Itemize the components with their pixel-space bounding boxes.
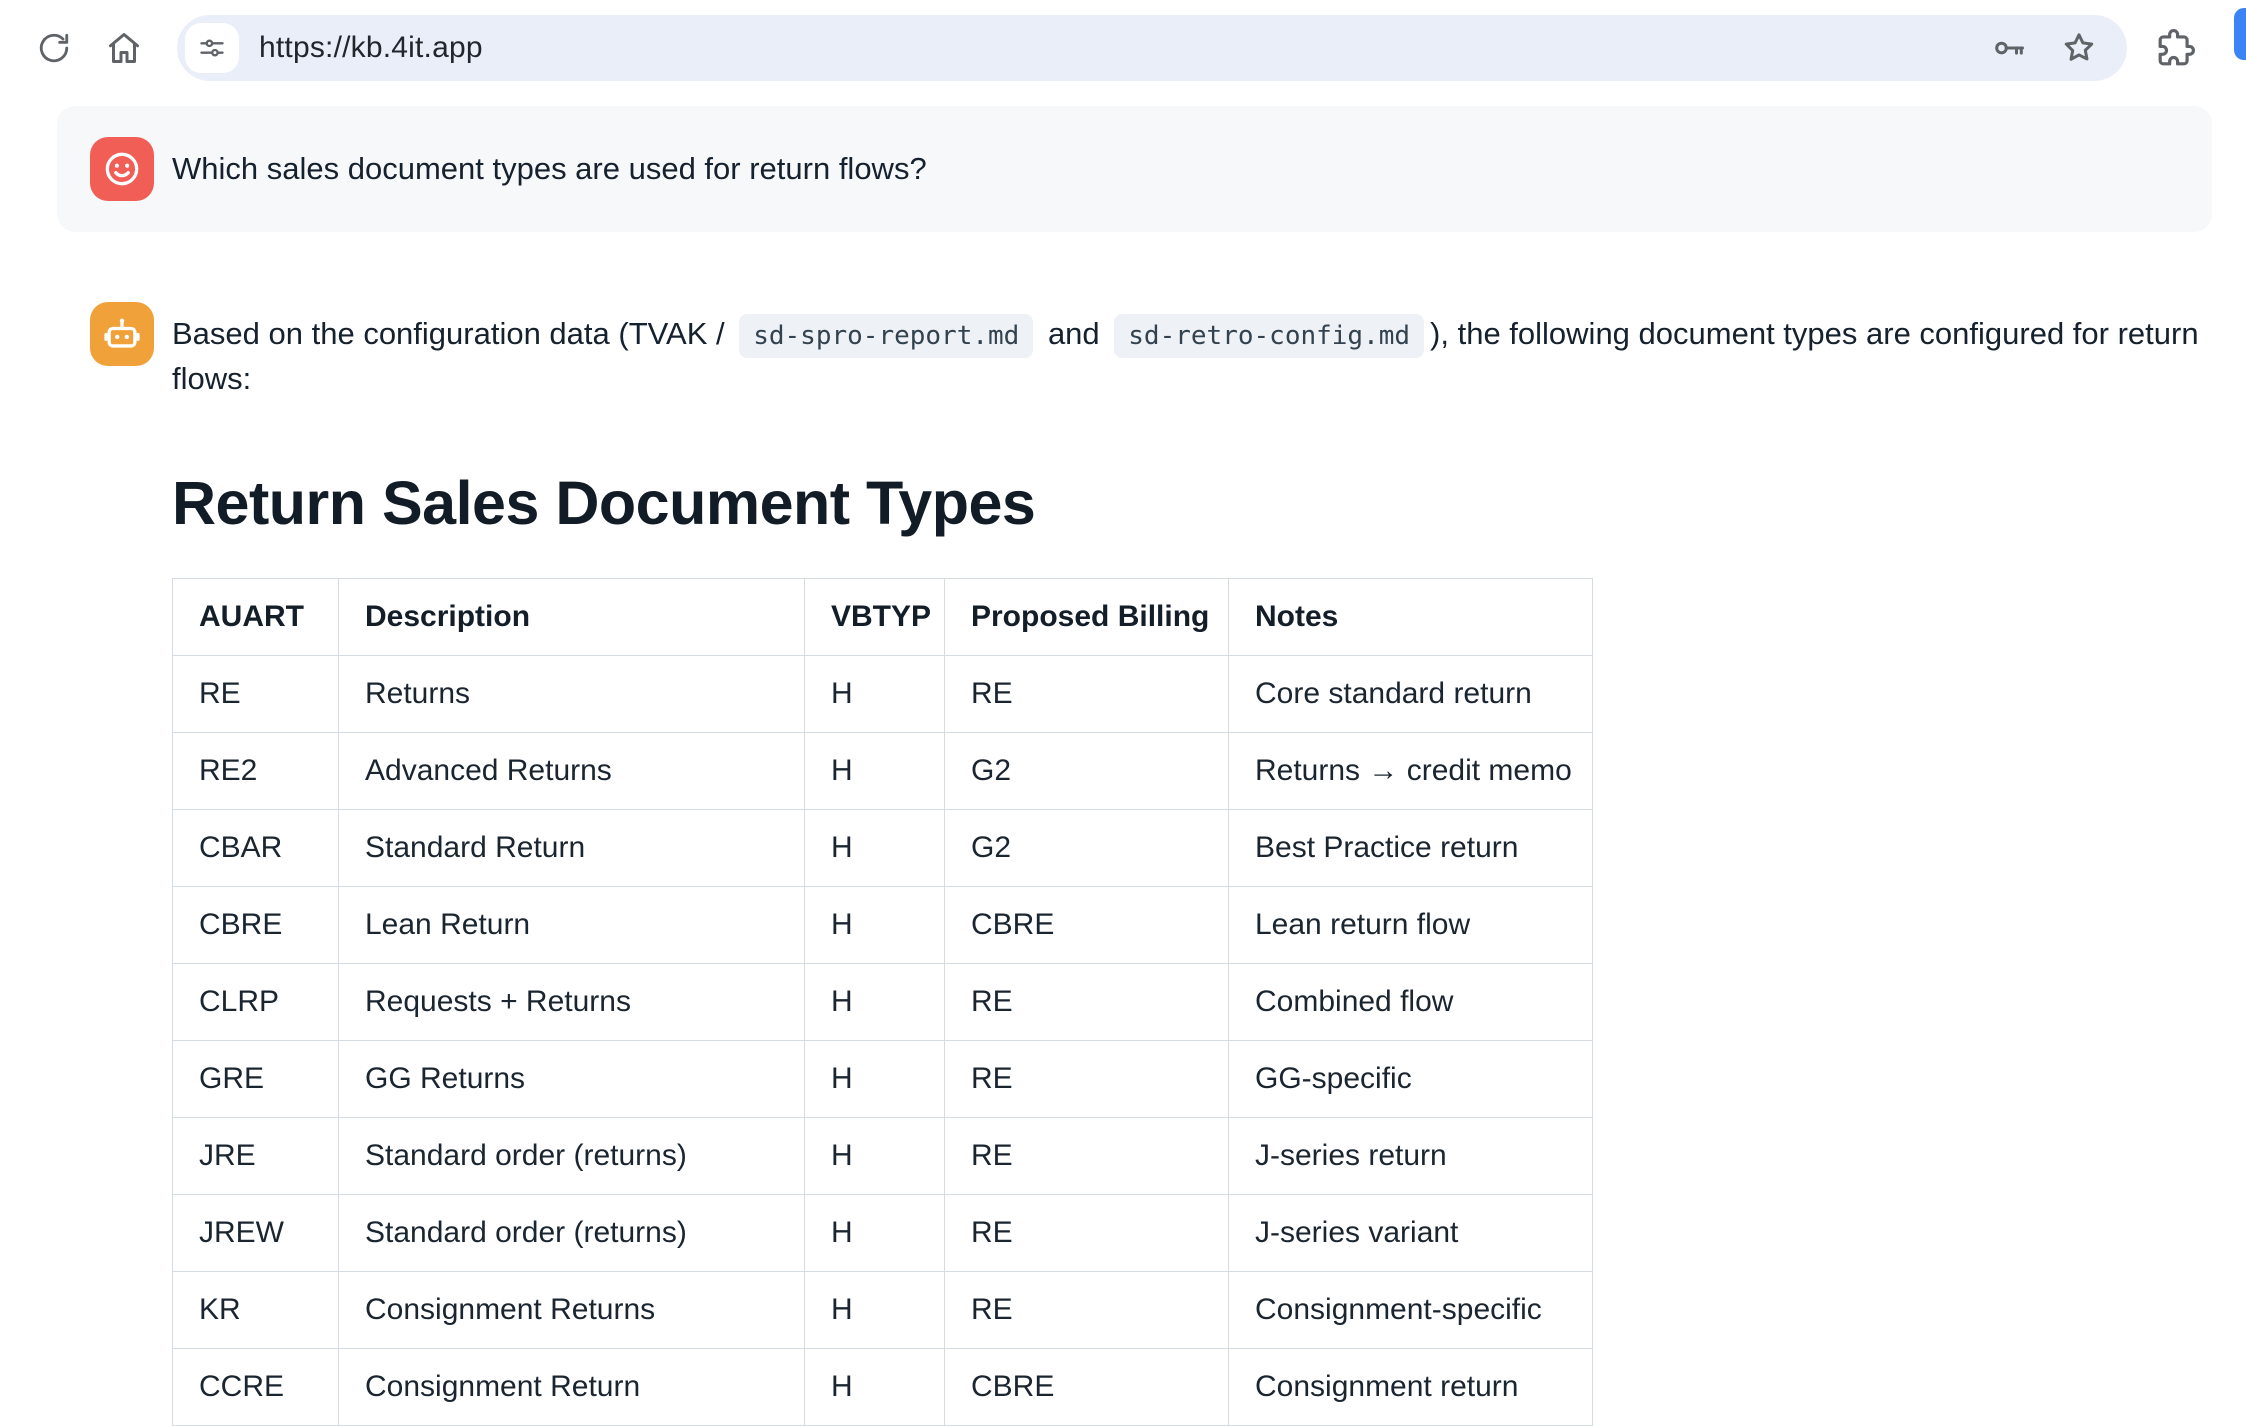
intro-prefix: Based on the configuration data (TVAK /: [172, 316, 733, 351]
reload-button[interactable]: [30, 24, 78, 72]
page-title: Return Sales Document Types: [172, 468, 2212, 538]
table-cell: KR: [173, 1272, 339, 1349]
assistant-avatar: [90, 302, 154, 366]
table-header-cell: AUART: [173, 579, 339, 656]
table-cell: CBAR: [173, 810, 339, 887]
table-cell: J-series variant: [1229, 1195, 1593, 1272]
table-row: JREStandard order (returns)HREJ-series r…: [173, 1118, 1593, 1195]
user-avatar: [90, 137, 154, 201]
table-cell: H: [805, 964, 945, 1041]
table-row: KRConsignment ReturnsHREConsignment-spec…: [173, 1272, 1593, 1349]
table-cell: Best Practice return: [1229, 810, 1593, 887]
table-cell: GG-specific: [1229, 1041, 1593, 1118]
url-bar[interactable]: https://kb.4it.app: [177, 15, 2127, 81]
table-cell: H: [805, 733, 945, 810]
table-cell: H: [805, 887, 945, 964]
table-row: CBRELean ReturnHCBRELean return flow: [173, 887, 1593, 964]
assistant-intro: Based on the configuration data (TVAK / …: [172, 312, 2212, 402]
table-header-cell: Notes: [1229, 579, 1593, 656]
table-cell: Lean Return: [339, 887, 805, 964]
password-key-icon: [1991, 30, 2027, 66]
table-row: JREWStandard order (returns)HREJ-series …: [173, 1195, 1593, 1272]
code-chip-spro-report: sd-spro-report.md: [739, 314, 1033, 358]
table-row: RE2Advanced ReturnsHG2Returns → credit m…: [173, 733, 1593, 810]
assistant-body: Based on the configuration data (TVAK / …: [172, 302, 2212, 1426]
table-cell: Returns: [339, 656, 805, 733]
password-manager-button[interactable]: [1991, 30, 2027, 66]
intro-mid: and: [1039, 316, 1108, 351]
table-cell: GRE: [173, 1041, 339, 1118]
table-row: CCREConsignment ReturnHCBREConsignment r…: [173, 1349, 1593, 1426]
table-header-cell: Description: [339, 579, 805, 656]
browser-toolbar: https://kb.4it.app: [0, 0, 2246, 96]
assistant-robot-icon: [100, 312, 144, 356]
table-cell: RE: [945, 656, 1229, 733]
bookmark-button[interactable]: [2061, 30, 2097, 66]
table-cell: RE2: [173, 733, 339, 810]
assistant-message: Based on the configuration data (TVAK / …: [90, 302, 2212, 1426]
table-cell: Advanced Returns: [339, 733, 805, 810]
table-cell: JRE: [173, 1118, 339, 1195]
table-cell: Requests + Returns: [339, 964, 805, 1041]
table-cell: Consignment Returns: [339, 1272, 805, 1349]
table-cell: H: [805, 1118, 945, 1195]
table-cell: RE: [945, 1195, 1229, 1272]
chat-page: Which sales document types are used for …: [0, 96, 2246, 1426]
home-icon: [106, 30, 142, 66]
table-cell: Consignment-specific: [1229, 1272, 1593, 1349]
table-cell: Returns → credit memo: [1229, 733, 1593, 810]
table-cell: RE: [945, 1041, 1229, 1118]
table-cell: CBRE: [173, 887, 339, 964]
user-message: Which sales document types are used for …: [57, 106, 2212, 232]
table-row: CBARStandard ReturnHG2Best Practice retu…: [173, 810, 1593, 887]
window-edge-accent: [2234, 8, 2246, 60]
table-cell: RE: [945, 964, 1229, 1041]
table-cell: J-series return: [1229, 1118, 1593, 1195]
table-cell: RE: [173, 656, 339, 733]
table-cell: Standard order (returns): [339, 1195, 805, 1272]
reload-icon: [37, 31, 71, 65]
table-cell: H: [805, 1041, 945, 1118]
table-cell: Consignment return: [1229, 1349, 1593, 1426]
table-cell: H: [805, 1349, 945, 1426]
doc-types-table: AUARTDescriptionVBTYPProposed BillingNot…: [172, 578, 1593, 1426]
table-cell: H: [805, 1195, 945, 1272]
table-cell: H: [805, 1272, 945, 1349]
bookmark-star-icon: [2061, 30, 2097, 66]
table-header-row: AUARTDescriptionVBTYPProposed BillingNot…: [173, 579, 1593, 656]
table-cell: Combined flow: [1229, 964, 1593, 1041]
home-button[interactable]: [100, 24, 148, 72]
table-cell: RE: [945, 1272, 1229, 1349]
table-cell: G2: [945, 733, 1229, 810]
table-cell: H: [805, 810, 945, 887]
table-cell: Standard Return: [339, 810, 805, 887]
table-cell: CBRE: [945, 887, 1229, 964]
site-settings-chip[interactable]: [185, 23, 239, 73]
table-cell: Standard order (returns): [339, 1118, 805, 1195]
table-cell: GG Returns: [339, 1041, 805, 1118]
table-cell: CBRE: [945, 1349, 1229, 1426]
table-row: CLRPRequests + ReturnsHRECombined flow: [173, 964, 1593, 1041]
extensions-puzzle-icon: [2157, 29, 2195, 67]
table-cell: G2: [945, 810, 1229, 887]
table-cell: CCRE: [173, 1349, 339, 1426]
table-cell: H: [805, 656, 945, 733]
table-header-cell: Proposed Billing: [945, 579, 1229, 656]
table-cell: Consignment Return: [339, 1349, 805, 1426]
table-cell: JREW: [173, 1195, 339, 1272]
table-row: REReturnsHRECore standard return: [173, 656, 1593, 733]
table-header-cell: VBTYP: [805, 579, 945, 656]
url-text: https://kb.4it.app: [259, 31, 483, 65]
user-smiley-icon: [100, 147, 144, 191]
table-cell: Core standard return: [1229, 656, 1593, 733]
extensions-button[interactable]: [2152, 24, 2200, 72]
table-cell: RE: [945, 1118, 1229, 1195]
site-settings-icon: [198, 34, 226, 62]
table-row: GREGG ReturnsHREGG-specific: [173, 1041, 1593, 1118]
doc-types-table-body: REReturnsHRECore standard returnRE2Advan…: [173, 656, 1593, 1426]
user-question: Which sales document types are used for …: [172, 151, 927, 187]
table-cell: CLRP: [173, 964, 339, 1041]
code-chip-retro-config: sd-retro-config.md: [1114, 314, 1424, 358]
table-cell: Lean return flow: [1229, 887, 1593, 964]
